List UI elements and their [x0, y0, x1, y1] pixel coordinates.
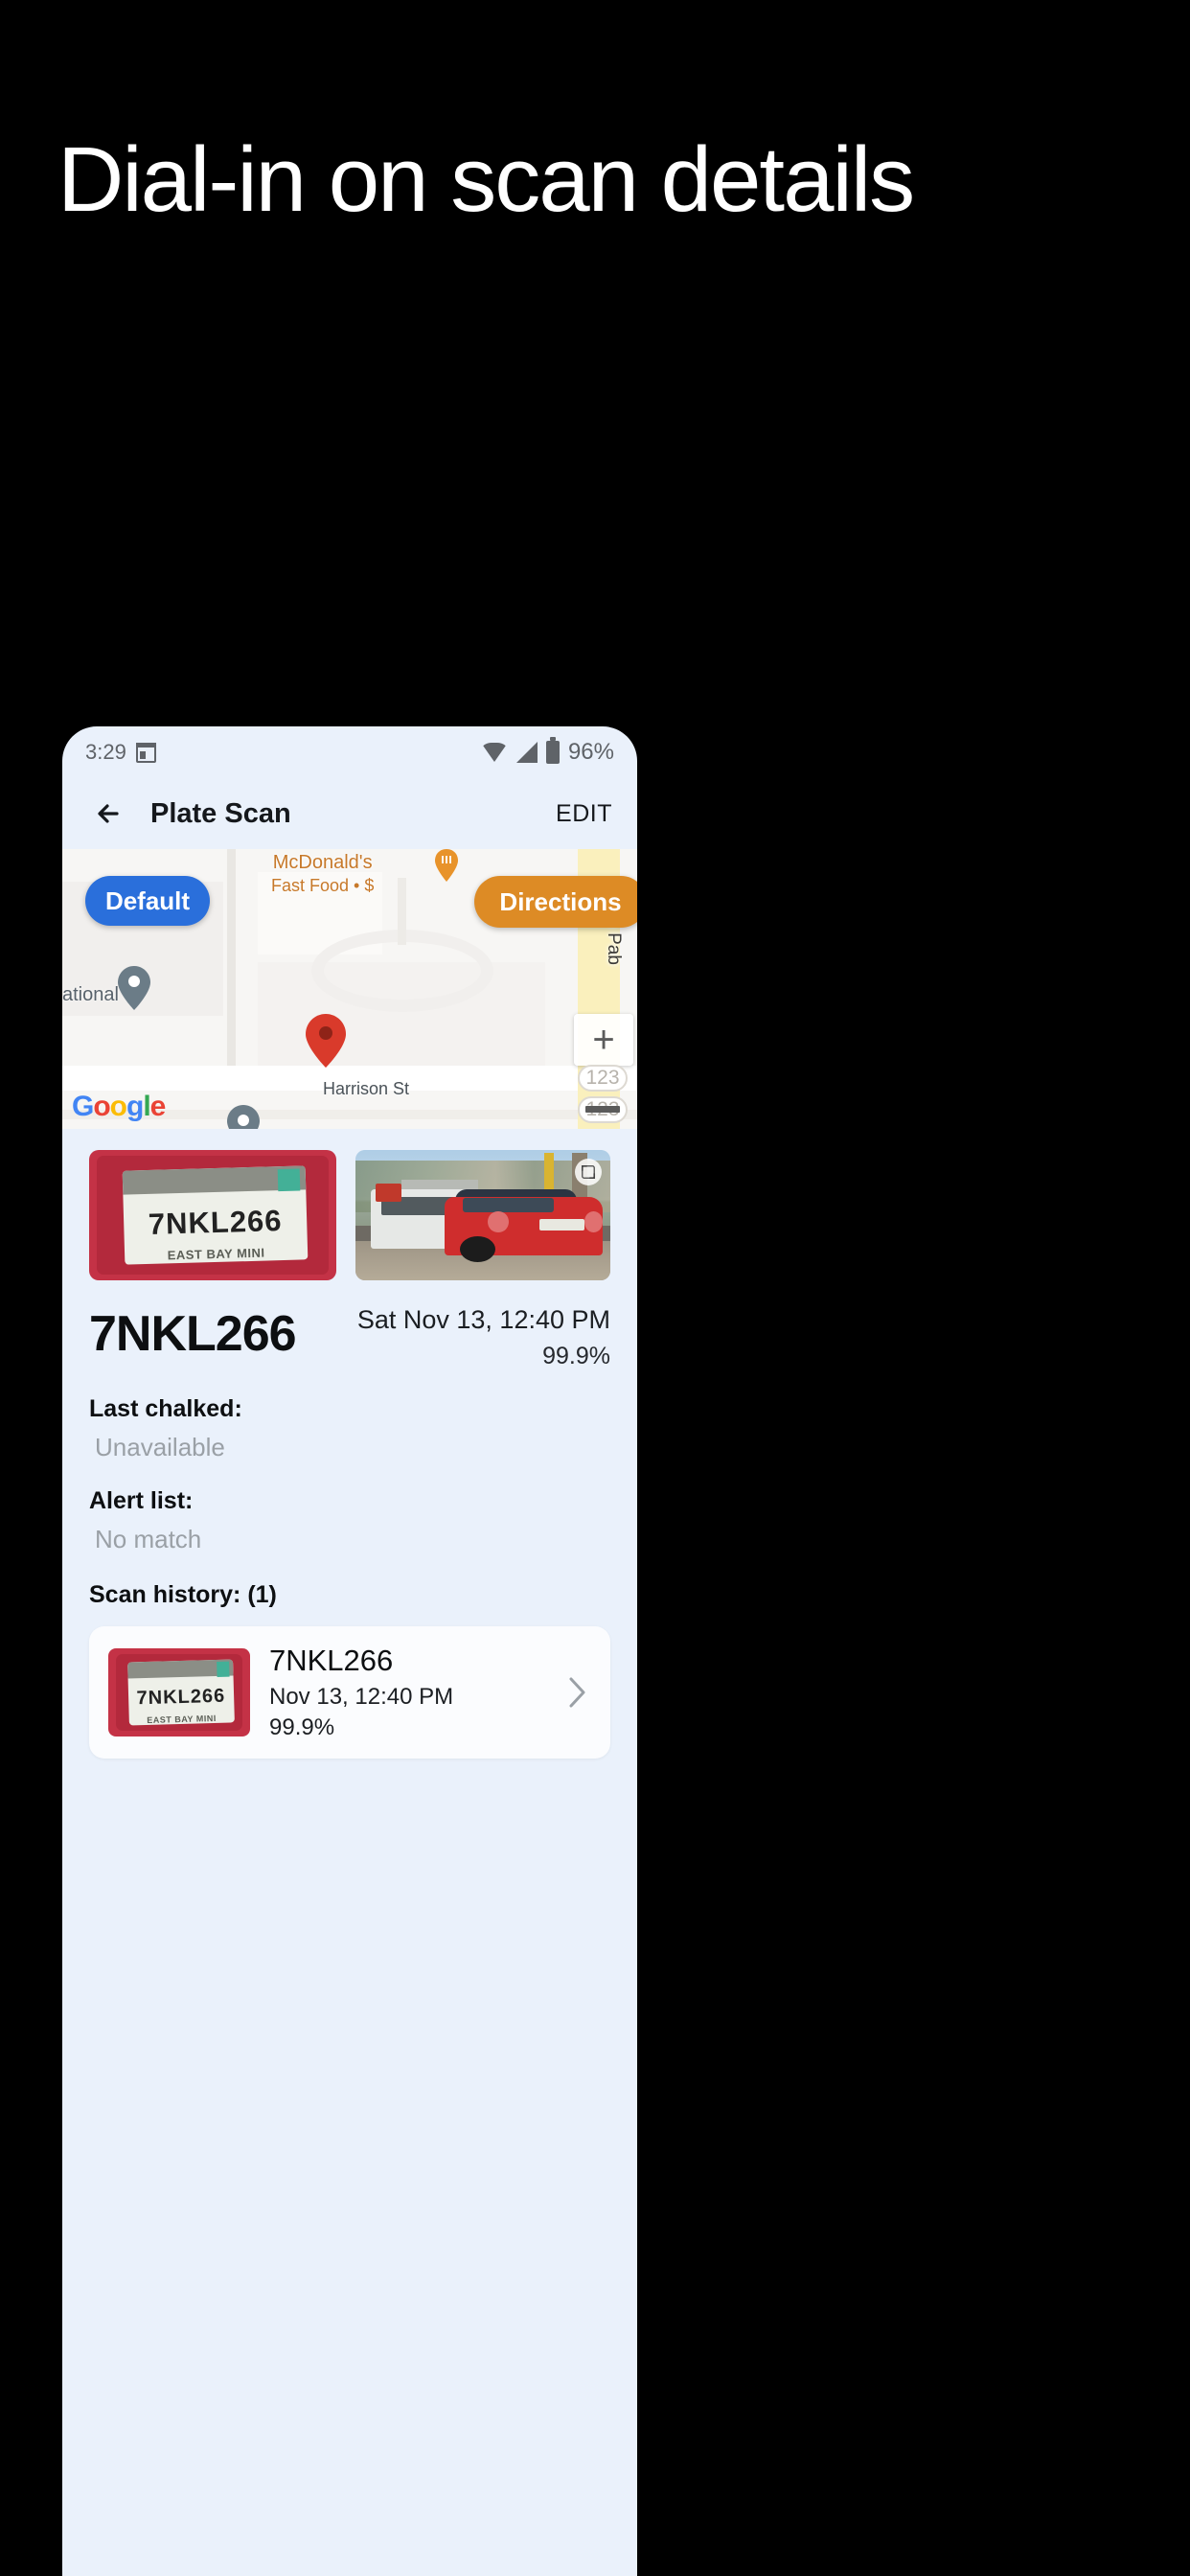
poi-name: McDonald's	[272, 852, 373, 873]
logo-letter: o	[109, 1091, 127, 1122]
map-marker-secondary[interactable]	[227, 1105, 260, 1129]
map-road	[227, 849, 236, 1070]
history-plate: 7NKL266	[269, 1644, 394, 1677]
history-confidence: 99.9%	[269, 1714, 335, 1740]
map-label-national: ational	[62, 984, 119, 1005]
photo-taillight	[488, 1210, 509, 1232]
detail-value: Unavailable	[95, 1433, 225, 1461]
history-thumbnail: 7NKL266 EAST BAY MINI	[108, 1648, 250, 1736]
google-attribution: Google	[72, 1091, 167, 1123]
signal-icon	[515, 742, 538, 763]
expand-icon[interactable]	[575, 1159, 602, 1185]
battery-icon	[545, 737, 560, 764]
history-text: 7NKL266 Nov 13, 12:40 PM 99.9%	[269, 1644, 543, 1741]
directions-button[interactable]: Directions	[474, 876, 637, 928]
photo-car-plate	[538, 1219, 585, 1231]
scan-summary-row: 7NKL266 Sat Nov 13, 12:40 PM 99.9%	[89, 1305, 610, 1370]
scan-timestamp: Sat Nov 13, 12:40 PM	[356, 1305, 610, 1334]
app-bar-title: Plate Scan	[150, 797, 291, 829]
scan-details-body: 7NKL266 EAST BAY MINI 7NKL266 Sat Nov 13…	[62, 1129, 637, 1759]
calendar-icon	[135, 742, 156, 763]
plate-sticker	[216, 1661, 230, 1677]
plate-face: 7NKL266 EAST BAY MINI	[126, 1659, 235, 1726]
zoom-in-button[interactable]: +	[574, 1014, 633, 1066]
logo-letter: g	[126, 1091, 144, 1122]
logo-letter: e	[149, 1091, 167, 1122]
photo-wheel	[460, 1235, 496, 1262]
map-marker-secondary[interactable]	[118, 966, 150, 1010]
list-item[interactable]: 7NKL266 EAST BAY MINI 7NKL266 Nov 13, 12…	[89, 1626, 610, 1759]
map-poi-label: McDonald's Fast Food • $	[271, 851, 374, 897]
screenshot-root: Dial-in on scan details 3:29 96% Plate S…	[0, 0, 1190, 2576]
scan-plate-number: 7NKL266	[89, 1306, 297, 1362]
photo-stop-sign	[376, 1184, 401, 1203]
phone-mockup: 3:29 96% Plate Scan EDIT McDonald's Fast…	[62, 726, 637, 2576]
vehicle-photo[interactable]	[355, 1150, 610, 1280]
wifi-icon	[480, 743, 508, 762]
logo-letter: l	[143, 1091, 150, 1122]
photo-row: 7NKL266 EAST BAY MINI	[89, 1150, 610, 1280]
plate-number-on-image: 7NKL266	[148, 1203, 284, 1241]
status-bar: 3:29 96%	[62, 726, 637, 778]
poi-subtitle: Fast Food • $	[271, 876, 375, 895]
history-date: Nov 13, 12:40 PM	[269, 1684, 454, 1710]
restaurant-pin-icon	[434, 849, 459, 882]
chevron-right-icon[interactable]	[562, 1669, 591, 1715]
plate-face: 7NKL266 EAST BAY MINI	[122, 1165, 309, 1265]
plate-number-on-image: 7NKL266	[136, 1685, 226, 1710]
scan-confidence: 99.9%	[542, 1343, 610, 1369]
zoom-out-button[interactable]	[585, 1106, 620, 1113]
detail-alert-list: Alert list: No match	[89, 1487, 610, 1554]
logo-letter: G	[72, 1091, 94, 1122]
map-label-street: Harrison St	[323, 1079, 410, 1098]
license-plate-photo[interactable]: 7NKL266 EAST BAY MINI	[89, 1150, 337, 1280]
detail-label: Last chalked:	[89, 1395, 242, 1422]
edit-button[interactable]: EDIT	[556, 800, 612, 828]
logo-letter: o	[93, 1091, 110, 1122]
status-time: 3:29	[85, 740, 126, 764]
page-title: Dial-in on scan details	[57, 128, 915, 231]
detail-last-chalked: Last chalked: Unavailable	[89, 1395, 610, 1462]
map-view[interactable]: McDonald's Fast Food • $ ational Harriso…	[62, 849, 637, 1129]
detail-label: Alert list:	[89, 1487, 194, 1514]
detail-value: No match	[95, 1525, 202, 1553]
app-bar: Plate Scan EDIT	[62, 778, 637, 849]
back-arrow-icon[interactable]	[87, 793, 129, 835]
plate-sticker	[278, 1168, 301, 1192]
highway-shield: 123	[578, 1065, 628, 1092]
map-zoom-controls[interactable]: +	[574, 1014, 633, 1066]
map-marker-primary[interactable]	[306, 1014, 346, 1068]
battery-percent: 96%	[567, 739, 614, 765]
scan-meta: Sat Nov 13, 12:40 PM 99.9%	[357, 1305, 610, 1370]
default-view-button[interactable]: Default	[85, 876, 210, 926]
scan-history-heading: Scan history: (1)	[89, 1581, 277, 1608]
photo-taillight	[584, 1210, 604, 1232]
photo-car-window	[462, 1198, 555, 1213]
map-road	[398, 878, 406, 945]
